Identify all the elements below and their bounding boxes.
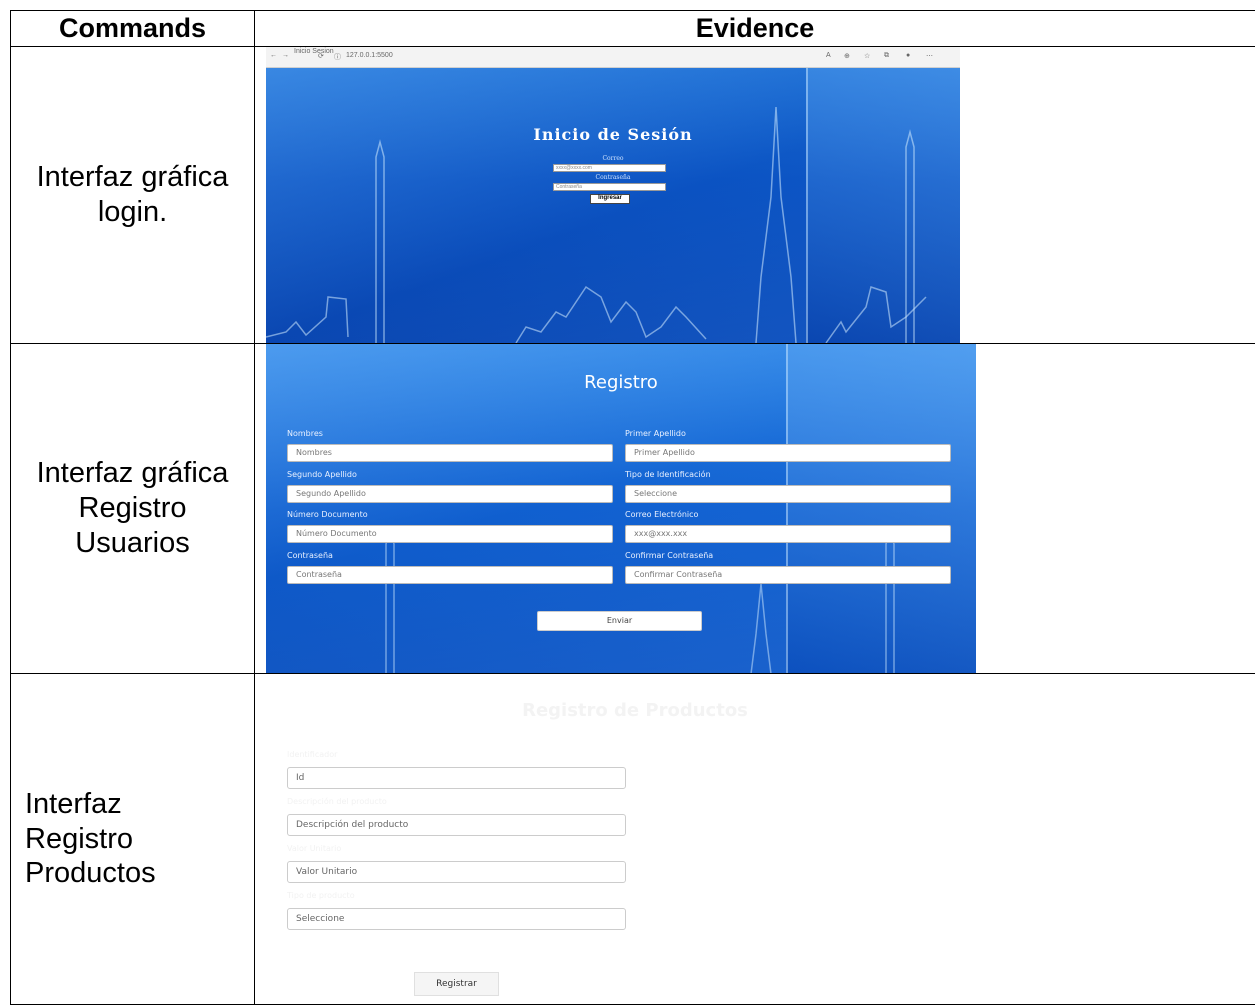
productos-title: Registro de Productos xyxy=(255,700,1015,721)
browser-tab-title[interactable]: Inicio Sesion xyxy=(294,48,334,55)
favorites-icon[interactable]: ☆ xyxy=(864,52,870,60)
id-input[interactable]: Id xyxy=(287,767,626,789)
zoom-icon[interactable]: ⊕ xyxy=(844,52,850,60)
segundo-apellido-label: Segundo Apellido xyxy=(287,470,357,479)
primer-apellido-input[interactable]: Primer Apellido xyxy=(625,444,951,462)
numero-documento-input[interactable]: Número Documento xyxy=(287,525,613,543)
valor-unitario-label: Valor Unitario xyxy=(287,844,341,853)
header-evidence: Evidence xyxy=(255,11,1255,47)
evidence-table: Commands Evidence Interfaz gráfica login… xyxy=(10,10,1255,1005)
confirmar-contrasena-label: Confirmar Contraseña xyxy=(625,551,713,560)
command-cell-login: Interfaz gráfica login. xyxy=(11,47,255,344)
segundo-apellido-input[interactable]: Segundo Apellido xyxy=(287,485,613,503)
contrasena-input[interactable]: Contraseña xyxy=(553,183,666,191)
descripcion-label: Descripción del producto xyxy=(287,797,387,806)
registro-screenshot: Registro Nombres Nombres Primer Apellido… xyxy=(266,344,976,674)
tipo-identificacion-label: Tipo de Identificación xyxy=(625,470,711,479)
command-cell-registro: Interfaz gráfica Registro Usuarios xyxy=(11,344,255,674)
contrasena-input[interactable]: Contraseña xyxy=(287,566,613,584)
numero-documento-label: Número Documento xyxy=(287,510,368,519)
command-text-productos: Interfaz Registro Productos xyxy=(25,787,195,891)
table-header-row: Commands Evidence xyxy=(11,11,1255,47)
command-text-registro: Interfaz gráfica Registro Usuarios xyxy=(11,456,254,560)
table-row-productos: Interfaz Registro Productos Registro de … xyxy=(11,674,1255,1005)
productos-screenshot: Registro de Productos Identificador Id D… xyxy=(255,674,1255,1005)
id-label: Identificador xyxy=(287,750,337,759)
registro-title: Registro xyxy=(266,372,976,393)
valor-unitario-input[interactable]: Valor Unitario xyxy=(287,861,626,883)
browser-toolbar: Inicio Sesion ← → ⟳ ⓘ 127.0.0.1:5500 A ⊕… xyxy=(266,47,960,68)
correo-label: Correo xyxy=(266,155,960,162)
evidence-cell-productos: Registro de Productos Identificador Id D… xyxy=(255,674,1255,1005)
tipo-producto-select[interactable]: Seleccione xyxy=(287,908,626,930)
evidence-cell-login: Inicio Sesion ← → ⟳ ⓘ 127.0.0.1:5500 A ⊕… xyxy=(255,47,1255,344)
enviar-button[interactable]: Enviar xyxy=(537,611,702,631)
profile-icon[interactable]: ● xyxy=(906,52,910,59)
correo-electronico-input[interactable]: xxx@xxx.xxx xyxy=(625,525,951,543)
forward-icon[interactable]: → xyxy=(282,52,289,59)
primer-apellido-label: Primer Apellido xyxy=(625,429,686,438)
contrasena-label: Contraseña xyxy=(266,174,960,181)
url-text[interactable]: 127.0.0.1:5500 xyxy=(346,52,393,59)
back-icon[interactable]: ← xyxy=(270,52,277,59)
correo-electronico-label: Correo Electrónico xyxy=(625,510,698,519)
descripcion-input[interactable]: Descripción del producto xyxy=(287,814,626,836)
tipo-identificacion-select[interactable]: Seleccione xyxy=(625,485,951,503)
login-screenshot: Inicio Sesion ← → ⟳ ⓘ 127.0.0.1:5500 A ⊕… xyxy=(266,47,960,344)
read-aloud-icon[interactable]: A xyxy=(826,52,831,59)
correo-input[interactable]: xxxx@xxxx.com xyxy=(553,164,666,172)
more-icon[interactable]: ⋯ xyxy=(926,52,933,60)
tipo-producto-label: Tipo de producto xyxy=(287,891,355,900)
confirmar-contrasena-input[interactable]: Confirmar Contraseña xyxy=(625,566,951,584)
evidence-cell-registro: Registro Nombres Nombres Primer Apellido… xyxy=(255,344,1255,674)
table-row-login: Interfaz gráfica login. xyxy=(11,47,1255,344)
table-row-registro: Interfaz gráfica Registro Usuarios Regis… xyxy=(11,344,1255,674)
header-commands: Commands xyxy=(11,11,255,47)
ingresar-button[interactable]: Ingresar xyxy=(590,194,630,204)
command-cell-productos: Interfaz Registro Productos xyxy=(11,674,255,1005)
info-icon: ⓘ xyxy=(334,52,341,62)
collections-icon[interactable]: ⧉ xyxy=(884,52,889,60)
registrar-button[interactable]: Registrar xyxy=(414,972,499,996)
contrasena-label: Contraseña xyxy=(287,551,333,560)
nombres-input[interactable]: Nombres xyxy=(287,444,613,462)
login-title: Inicio de Sesión xyxy=(266,125,960,144)
nombres-label: Nombres xyxy=(287,429,323,438)
reload-icon[interactable]: ⟳ xyxy=(318,52,324,60)
